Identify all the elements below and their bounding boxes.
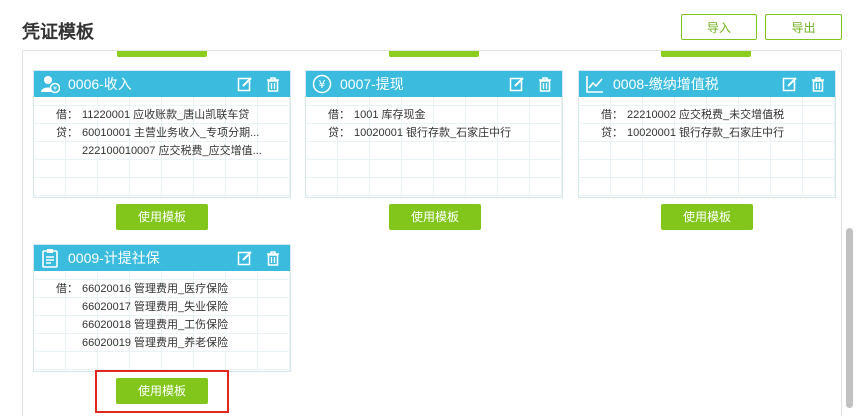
card-header: 0008-缴纳增值税	[579, 71, 835, 97]
card-header: ¥ 0006-收入	[34, 71, 290, 97]
use-template-button[interactable]: 使用模板	[389, 204, 481, 230]
svg-text:¥: ¥	[319, 78, 326, 91]
delete-icon[interactable]	[809, 75, 827, 93]
scrollbar-thumb[interactable]	[846, 228, 853, 408]
delete-icon[interactable]	[536, 75, 554, 93]
card-body: 借： 66020016 管理费用_医疗保险 66020017 管理费用_失业保险 …	[34, 271, 290, 371]
card-title: 0009-计提社保	[68, 250, 160, 266]
entry-line: 借： 22210002 应交税费_未交增值税	[601, 109, 785, 121]
use-template-button[interactable]: 使用模板	[661, 204, 753, 230]
entry-line: 借： 66020016 管理费用_医疗保险	[56, 283, 229, 295]
entry-line: 66020018 管理费用_工伤保险	[82, 319, 229, 331]
entry-line: 66020019 管理费用_养老保险	[82, 337, 229, 349]
template-card: ¥ 0006-收入 借： 11220001 应收账款_唐山凯联车贷 贷： 60010…	[33, 70, 291, 198]
edit-icon[interactable]	[236, 75, 254, 93]
use-template-button-partial[interactable]	[389, 51, 479, 57]
svg-text:¥: ¥	[53, 86, 57, 93]
use-template-button-partial[interactable]	[117, 51, 207, 57]
trend-chart-icon	[585, 74, 605, 94]
card-title: 0006-收入	[68, 76, 132, 92]
entry-line: 贷： 10020001 银行存款_石家庄中行	[328, 127, 512, 139]
template-card: 0009-计提社保 借： 66020016 管理费用_医疗保险 66020017 …	[33, 244, 291, 372]
card-header: 0009-计提社保	[34, 245, 290, 271]
card-header: ¥ 0007-提现	[306, 71, 562, 97]
template-card: ¥ 0007-提现 借： 1001 库存现金 贷： 10020001 银行存款_石家…	[305, 70, 563, 198]
entry-line: 贷： 10020001 银行存款_石家庄中行	[601, 127, 785, 139]
card-body: 借： 1001 库存现金 贷： 10020001 银行存款_石家庄中行	[306, 97, 562, 197]
import-button[interactable]: 导入	[681, 14, 757, 40]
delete-icon[interactable]	[264, 249, 282, 267]
card-title: 0007-提现	[340, 76, 404, 92]
entry-line: 借： 11220001 应收账款_唐山凯联车贷	[56, 109, 250, 121]
page-title: 凭证模板	[22, 22, 94, 42]
yen-coin-icon: ¥	[312, 74, 332, 94]
export-button[interactable]: 导出	[765, 14, 842, 40]
highlight-annotation	[95, 370, 229, 413]
use-template-button-partial[interactable]	[661, 51, 751, 57]
entry-line: 借： 1001 库存现金	[328, 109, 426, 121]
card-title: 0008-缴纳增值税	[613, 76, 719, 92]
edit-icon[interactable]	[236, 249, 254, 267]
card-body: 借： 11220001 应收账款_唐山凯联车贷 贷： 60010001 主营业务收入…	[34, 97, 290, 197]
card-body: 借： 22210002 应交税费_未交增值税 贷： 10020001 银行存款_石家…	[579, 97, 835, 197]
template-card: 0008-缴纳增值税 借： 22210002 应交税费_未交增值税 贷： 10020…	[578, 70, 836, 198]
people-money-icon: ¥	[40, 74, 60, 94]
entry-line: 贷： 60010001 主营业务收入_专项分期...	[56, 127, 260, 139]
edit-icon[interactable]	[508, 75, 526, 93]
use-template-button[interactable]: 使用模板	[116, 204, 208, 230]
template-list-panel: ¥ 0006-收入 借： 11220001 应收账款_唐山凯联车贷 贷： 60010…	[22, 50, 842, 416]
entry-line: 222100010007 应交税费_应交增值...	[82, 145, 262, 157]
entry-line: 66020017 管理费用_失业保险	[82, 301, 229, 313]
delete-icon[interactable]	[264, 75, 282, 93]
clipboard-icon	[40, 248, 60, 268]
edit-icon[interactable]	[781, 75, 799, 93]
